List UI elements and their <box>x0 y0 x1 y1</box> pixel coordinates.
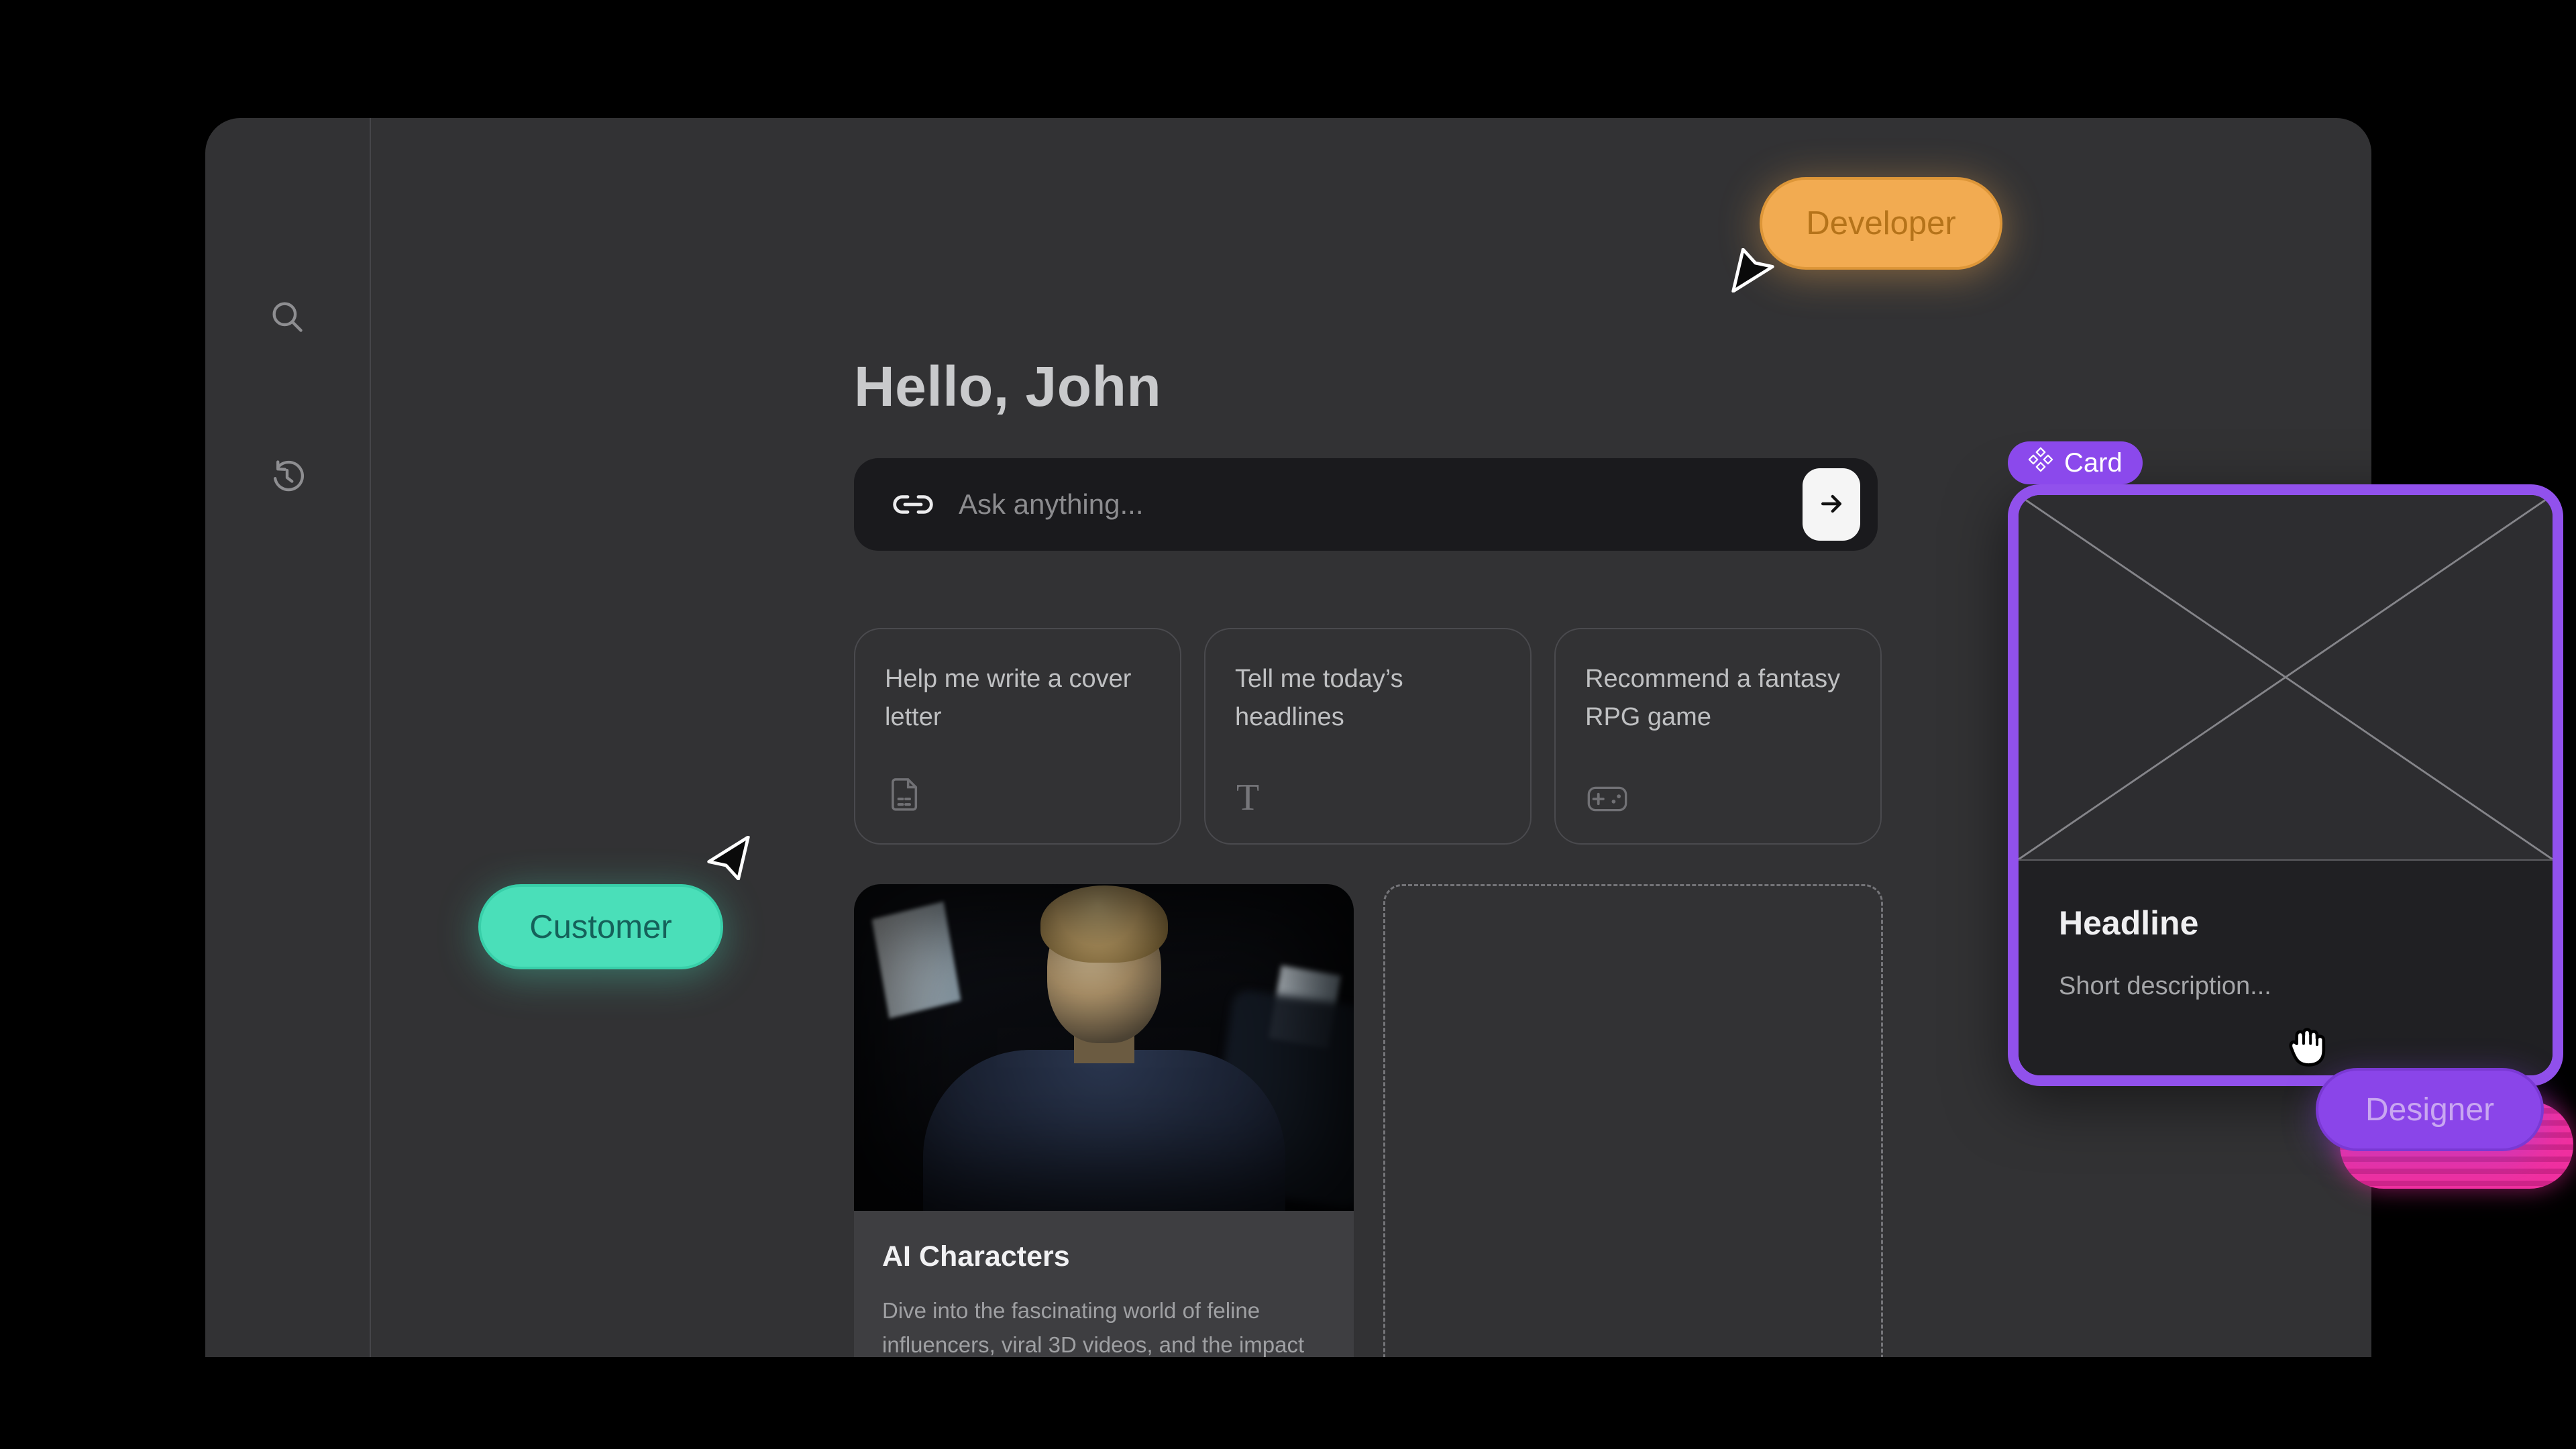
search-icon <box>268 297 307 336</box>
grab-hand-cursor-icon <box>2279 1017 2336 1077</box>
text-t-icon: T <box>1236 779 1259 816</box>
ai-card-description: Dive into the fascinating world of felin… <box>882 1293 1326 1357</box>
send-button[interactable] <box>1803 468 1860 541</box>
developer-cursor-icon <box>1731 248 1775 296</box>
link-icon[interactable] <box>892 494 934 515</box>
ask-anything-bar <box>854 458 1878 551</box>
designer-cursor-label: Designer <box>2316 1068 2544 1151</box>
customer-cursor-icon <box>706 836 751 883</box>
suggestion-label: Help me write a cover letter <box>885 660 1150 737</box>
history-button[interactable] <box>257 447 317 508</box>
ai-card-title: AI Characters <box>882 1240 1326 1273</box>
selected-card[interactable]: Headline Short description... <box>2008 484 2563 1086</box>
suggestion-card-rpg-game[interactable]: Recommend a fantasy RPG game <box>1554 628 1882 845</box>
card-description: Short description... <box>2059 972 2512 1001</box>
selection-badge: Card <box>2008 441 2143 484</box>
crossed-box-lines <box>2019 495 2553 859</box>
search-button[interactable] <box>257 286 317 347</box>
suggestion-row: Help me write a cover letter Tell me tod… <box>854 628 1882 845</box>
gamepad-icon <box>1587 785 1628 816</box>
ai-card-photo <box>854 884 1354 1211</box>
suggestion-label: Tell me today’s headlines <box>1235 660 1501 737</box>
suggestion-label: Recommend a fantasy RPG game <box>1585 660 1851 737</box>
selection-badge-label: Card <box>2064 448 2123 478</box>
photo-vignette <box>854 884 1354 1211</box>
card-headline: Headline <box>2059 904 2512 943</box>
ai-characters-card[interactable]: AI Characters Dive into the fascinating … <box>854 884 1354 1357</box>
developer-cursor-label: Developer <box>1760 177 2002 270</box>
history-icon <box>268 458 307 497</box>
ai-card-body: AI Characters Dive into the fascinating … <box>854 1211 1354 1357</box>
document-icon <box>886 775 924 816</box>
canvas: Hello, John Help <box>0 0 2576 1449</box>
ask-input[interactable] <box>957 488 1878 521</box>
image-placeholder <box>2019 495 2553 861</box>
page-title: Hello, John <box>854 354 1161 419</box>
arrow-right-icon <box>1817 489 1846 521</box>
suggestion-card-cover-letter[interactable]: Help me write a cover letter <box>854 628 1181 845</box>
sidebar <box>205 118 371 1357</box>
suggestion-card-headlines[interactable]: Tell me today’s headlines T <box>1204 628 1532 845</box>
empty-card-drop-slot[interactable] <box>1383 884 1883 1357</box>
customer-cursor-label: Customer <box>478 884 723 969</box>
component-diamonds-icon <box>2028 447 2053 479</box>
